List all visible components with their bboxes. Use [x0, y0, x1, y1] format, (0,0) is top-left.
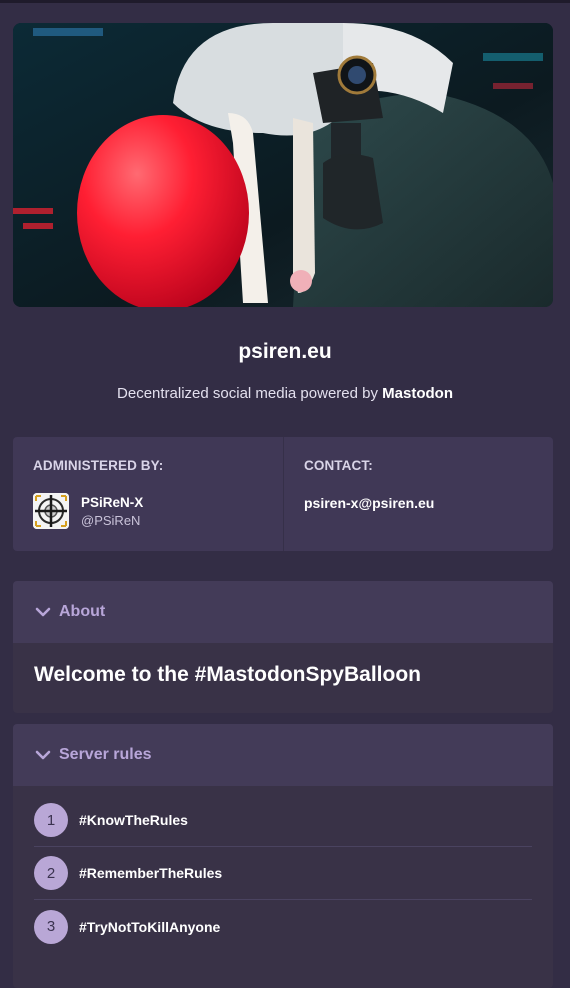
about-section-toggle[interactable]: About: [13, 581, 553, 643]
mastodon-link[interactable]: Mastodon: [382, 385, 453, 402]
admin-handle: @PSiReN: [81, 512, 141, 528]
contact-section: CONTACT: psiren-x@psiren.eu: [284, 437, 553, 551]
rule-text: #RememberTheRules: [79, 865, 223, 881]
tagline-text: Decentralized social media powered by: [117, 385, 383, 402]
admin-text: PSiReN-X @PSiReN: [81, 495, 143, 528]
crosshair-icon: [33, 493, 69, 529]
about-heading: Welcome to the #MastodonSpyBalloon: [34, 663, 421, 686]
contact-email[interactable]: psiren-x@psiren.eu: [304, 495, 533, 511]
contact-heading: CONTACT:: [304, 458, 373, 473]
top-bar: [0, 0, 570, 3]
administered-by-heading: ADMINISTERED BY:: [33, 458, 164, 473]
admin-account[interactable]: PSiReN-X @PSiReN: [33, 493, 263, 529]
chevron-down-icon: [35, 607, 51, 617]
admin-display-name[interactable]: PSiReN-X: [81, 495, 143, 510]
avatar[interactable]: [33, 493, 69, 529]
rule-number: 2: [34, 856, 68, 890]
administered-by-section: ADMINISTERED BY: PSiReN-X @PSiReN: [13, 437, 284, 551]
server-rules-title: Server rules: [59, 746, 152, 763]
list-item: 2 #RememberTheRules: [34, 847, 532, 900]
contact-card: ADMINISTERED BY: PSiReN-X @PSiReN CONTAC…: [13, 437, 553, 551]
rule-text: #TryNotToKillAnyone: [79, 918, 221, 935]
rule-number: 1: [34, 803, 68, 837]
chevron-down-icon: [35, 750, 51, 760]
rule-text: #KnowTheRules: [79, 812, 188, 828]
about-content: Welcome to the #MastodonSpyBalloon: [13, 643, 553, 713]
list-item: 3 #TryNotToKillAnyone: [34, 900, 532, 953]
server-banner-image: [13, 23, 553, 307]
rule-number: 3: [34, 909, 68, 944]
server-domain: psiren.eu: [238, 340, 332, 363]
server-rules-list: 1 #KnowTheRules 2 #RememberTheRules 3 #T…: [13, 786, 553, 988]
about-title: About: [59, 603, 106, 620]
server-rules-toggle[interactable]: Server rules: [13, 724, 553, 786]
server-tagline: Decentralized social media powered by Ma…: [0, 385, 570, 402]
list-item: 1 #KnowTheRules: [34, 794, 532, 847]
